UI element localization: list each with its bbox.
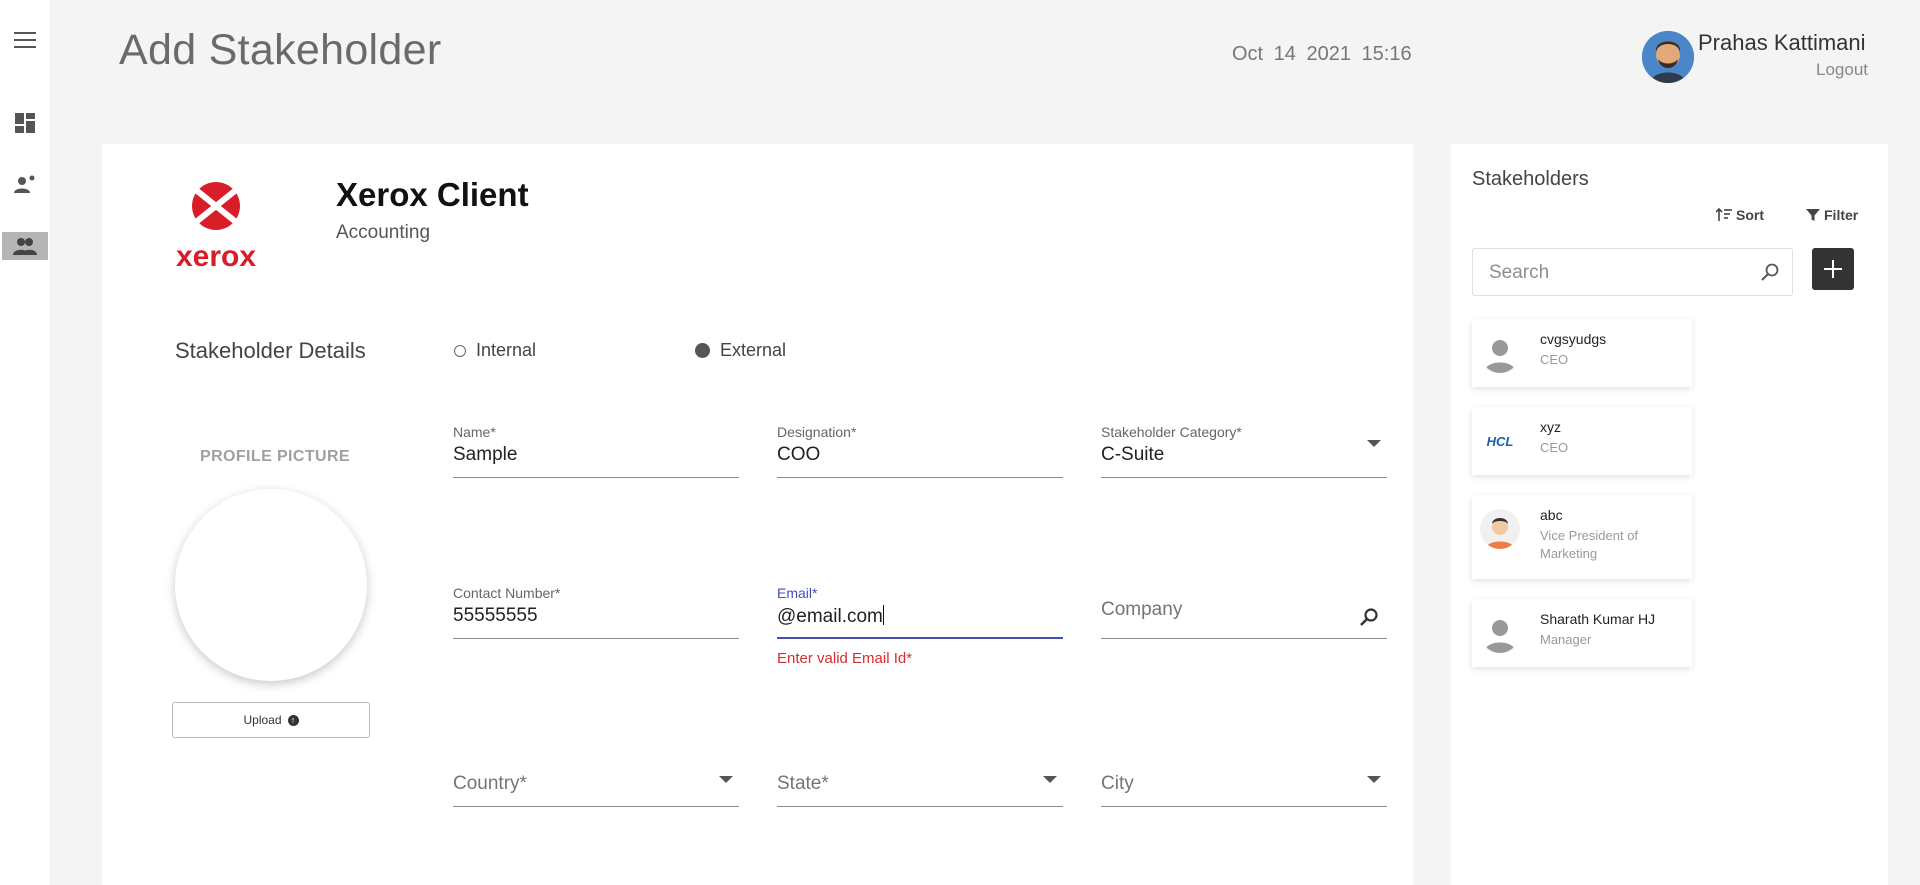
radio-external[interactable]: External	[695, 340, 786, 361]
radio-unchecked-icon	[454, 344, 466, 357]
person-add-icon[interactable]	[10, 169, 40, 199]
stakeholder-role: CEO	[1540, 440, 1569, 455]
name-label: Name*	[453, 424, 496, 440]
client-department: Accounting	[336, 222, 431, 243]
city-select[interactable]: City	[1101, 753, 1387, 807]
search-icon[interactable]	[1760, 262, 1780, 287]
state-select[interactable]: State*	[777, 753, 1063, 807]
sort-button[interactable]: Sort	[1716, 207, 1764, 223]
email-value: @email.com	[777, 606, 883, 627]
chevron-down-icon	[719, 776, 733, 783]
city-placeholder: City	[1101, 773, 1134, 794]
upload-icon: ↑	[287, 714, 299, 726]
menu-icon[interactable]	[10, 25, 40, 55]
country-select[interactable]: Country*	[453, 753, 739, 807]
name-field[interactable]: Name* Sample	[453, 424, 739, 478]
profile-picture-label: PROFILE PICTURE	[200, 448, 351, 465]
designation-label: Designation*	[777, 424, 857, 440]
stakeholder-role: CEO	[1540, 352, 1569, 367]
search-input[interactable]	[1487, 261, 1751, 285]
chevron-down-icon	[1367, 776, 1381, 783]
stakeholder-card[interactable]: cvgsyudgs CEO	[1472, 319, 1692, 387]
name-value: Sample	[453, 444, 518, 465]
dashboard-icon[interactable]	[10, 108, 40, 138]
stakeholder-name: Sharath Kumar HJ	[1540, 611, 1656, 627]
upload-button-label: Upload	[243, 713, 282, 727]
sort-label: Sort	[1736, 207, 1764, 223]
default-avatar-icon	[1480, 613, 1520, 653]
profile-picture-preview[interactable]	[175, 489, 367, 681]
radio-internal[interactable]: Internal	[454, 340, 536, 361]
stakeholders-panel: Stakeholders Sort Filter cvgsyudgs CEO H…	[1451, 144, 1888, 885]
category-select[interactable]: Stakeholder Category* C-Suite	[1101, 424, 1387, 478]
stakeholder-role: Manager	[1540, 632, 1592, 647]
section-title: Stakeholder Details	[175, 338, 366, 363]
client-name: Xerox Client	[336, 176, 529, 213]
upload-button[interactable]: Upload ↑	[172, 702, 370, 738]
filter-icon	[1806, 209, 1820, 221]
contact-label: Contact Number*	[453, 585, 561, 601]
designation-field[interactable]: Designation* COO	[777, 424, 1063, 478]
state-placeholder: State*	[777, 773, 829, 794]
text-cursor	[882, 605, 884, 625]
sidebar	[0, 0, 51, 885]
hcl-logo-avatar: HCL	[1480, 421, 1520, 461]
radio-checked-icon	[695, 343, 710, 358]
filter-label: Filter	[1824, 207, 1859, 223]
default-avatar-icon	[1480, 333, 1520, 373]
plus-icon	[1824, 260, 1842, 278]
add-stakeholder-button[interactable]	[1812, 248, 1854, 290]
country-placeholder: Country*	[453, 773, 527, 794]
radio-external-label: External	[720, 340, 787, 360]
stakeholder-card[interactable]: Sharath Kumar HJ Manager	[1472, 599, 1692, 667]
xerox-logo: xerox	[166, 174, 266, 274]
category-value: C-Suite	[1101, 444, 1165, 465]
category-label: Stakeholder Category*	[1101, 424, 1242, 440]
company-field[interactable]: Company	[1101, 585, 1387, 639]
stakeholder-card[interactable]: HCL xyz CEO	[1472, 407, 1692, 475]
sort-icon	[1716, 208, 1732, 221]
search-icon[interactable]	[1359, 607, 1379, 632]
stakeholder-name: abc	[1540, 507, 1563, 523]
person-avatar-icon	[1480, 509, 1520, 549]
svg-text:HCL: HCL	[1487, 434, 1514, 449]
company-placeholder: Company	[1101, 599, 1183, 620]
search-box[interactable]	[1472, 248, 1793, 296]
filter-button[interactable]: Filter	[1806, 207, 1858, 223]
contact-value: 55555555	[453, 605, 538, 626]
user-avatar[interactable]	[1642, 31, 1694, 83]
panel-title: Stakeholders	[1472, 168, 1589, 190]
stakeholder-name: xyz	[1540, 419, 1561, 435]
chevron-down-icon	[1367, 440, 1381, 447]
email-field[interactable]: Email* @email.com	[777, 585, 1063, 639]
svg-text:xerox: xerox	[176, 240, 256, 273]
stakeholder-name: cvgsyudgs	[1540, 331, 1607, 347]
contact-field[interactable]: Contact Number* 55555555	[453, 585, 739, 639]
designation-value: COO	[777, 444, 821, 465]
radio-internal-label: Internal	[476, 340, 537, 360]
stakeholder-form-card: xerox Xerox Client Accounting Stakeholde…	[102, 144, 1413, 885]
email-error: Enter valid Email Id*	[777, 650, 913, 667]
people-icon[interactable]	[2, 232, 48, 260]
page-title: Add Stakeholder	[119, 26, 442, 74]
user-name: Prahas Kattimani	[1698, 30, 1866, 55]
email-value-wrap: @email.com	[777, 605, 884, 628]
datetime: Oct 14 2021 15:16	[1232, 43, 1412, 65]
chevron-down-icon	[1043, 776, 1057, 783]
logout-link[interactable]: Logout	[1816, 60, 1868, 80]
stakeholder-role: Vice President of Marketing	[1540, 528, 1639, 561]
email-label: Email*	[777, 585, 818, 601]
stakeholder-card[interactable]: abc Vice President of Marketing	[1472, 495, 1692, 579]
